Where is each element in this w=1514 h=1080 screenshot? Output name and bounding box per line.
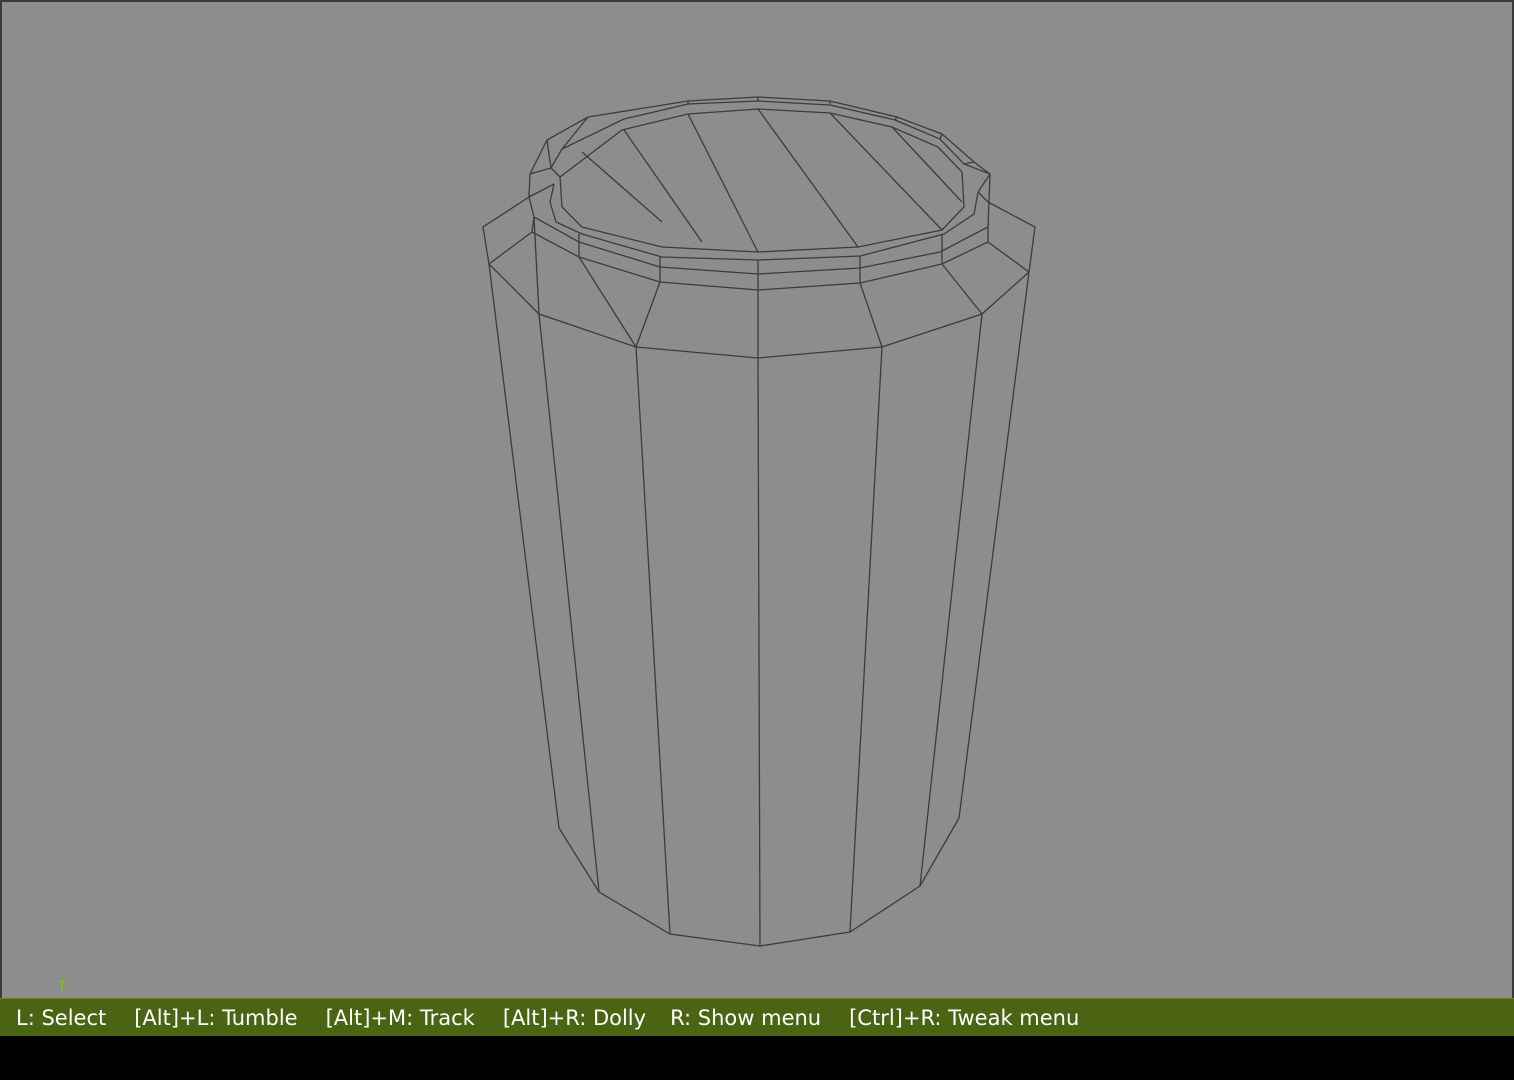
axis-marker-icon: [58, 979, 66, 991]
wireframe-mesh: [482, 96, 1036, 947]
hint-select: L: Select: [16, 1005, 107, 1030]
hint-show-menu: R: Show menu: [670, 1005, 822, 1030]
status-bar: L: Select [Alt]+L: Tumble [Alt]+M: Track…: [0, 998, 1514, 1036]
bottom-black-band: [0, 1036, 1514, 1080]
hint-track: [Alt]+M: Track: [325, 1005, 475, 1030]
hint-tweak-menu: [Ctrl]+R: Tweak menu: [849, 1005, 1080, 1030]
3d-viewport[interactable]: [0, 0, 1514, 998]
hint-tumble: [Alt]+L: Tumble: [134, 1005, 298, 1030]
hint-dolly: [Alt]+R: Dolly: [502, 1005, 647, 1030]
